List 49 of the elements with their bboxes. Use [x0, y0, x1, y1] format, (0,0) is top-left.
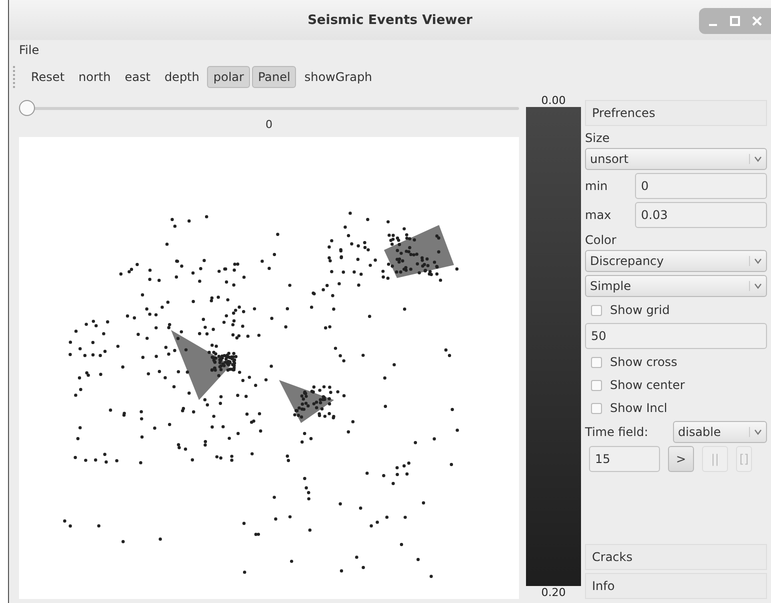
- input-field[interactable]: 50: [585, 323, 767, 349]
- section-header[interactable]: Info: [585, 573, 767, 599]
- dropdown[interactable]: unsort: [585, 148, 767, 170]
- field-label: Color: [585, 232, 618, 247]
- dropdown-value: disable: [678, 425, 722, 439]
- input-field[interactable]: 0: [635, 173, 767, 199]
- checkbox[interactable]: [591, 402, 602, 414]
- checkbox[interactable]: [591, 356, 602, 368]
- dropdown[interactable]: Discrepancy: [585, 250, 767, 272]
- toolbar-button[interactable]: Reset: [25, 66, 71, 88]
- field-label: max: [585, 208, 612, 222]
- input-field[interactable]: 15: [589, 446, 660, 472]
- checkbox-row[interactable]: Show center: [585, 375, 767, 395]
- toolbar-grip[interactable]: [13, 66, 17, 88]
- toolbar-button[interactable]: showGraph: [298, 66, 378, 88]
- toolbar-button[interactable]: polar: [207, 66, 250, 88]
- checkbox-row[interactable]: Show cross: [585, 352, 767, 372]
- menu-item[interactable]: File: [19, 43, 40, 57]
- field-label: min: [585, 179, 609, 193]
- checkbox[interactable]: [591, 304, 602, 316]
- checkbox-label: Show Incl: [610, 401, 668, 415]
- input-field[interactable]: 0.03: [635, 202, 767, 228]
- cluster-polygon: [171, 330, 231, 400]
- toolbar-button[interactable]: north: [72, 66, 117, 88]
- toolbar-button[interactable]: east: [118, 66, 156, 88]
- checkbox[interactable]: [591, 380, 602, 390]
- checkbox-label: Show cross: [610, 355, 678, 369]
- dropdown[interactable]: Simple: [585, 275, 767, 297]
- section-header[interactable]: Prefrences: [585, 100, 767, 126]
- dropdown[interactable]: disable: [673, 421, 767, 443]
- field-label: Time field:: [585, 425, 648, 439]
- checkbox-row[interactable]: Show Incl: [585, 398, 767, 418]
- checkbox-label: Show center: [610, 378, 685, 392]
- window-title: Seismic Events Viewer: [308, 12, 472, 28]
- slider[interactable]: [19, 100, 519, 116]
- checkbox-row[interactable]: Show grid: [585, 300, 767, 320]
- slider-handle[interactable]: [19, 100, 35, 116]
- dropdown-value: Simple: [590, 279, 632, 293]
- checkbox-label: Show grid: [610, 303, 670, 317]
- dropdown-value: Discrepancy: [590, 254, 665, 268]
- toolbar-button[interactable]: Panel: [252, 66, 296, 88]
- section-header[interactable]: Cracks: [585, 544, 767, 570]
- scale-label: 0.20: [541, 586, 566, 599]
- slider-value: 0: [264, 118, 274, 131]
- scale-label: 0.00: [541, 94, 566, 107]
- dropdown-value: unsort: [590, 152, 630, 166]
- field-label: Size: [585, 130, 611, 145]
- playback-button[interactable]: >: [668, 446, 694, 472]
- toolbar-button[interactable]: depth: [158, 66, 206, 88]
